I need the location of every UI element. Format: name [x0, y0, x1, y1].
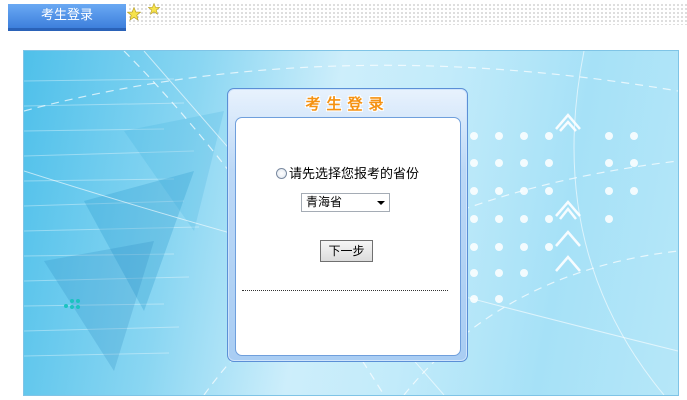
tab-candidate-login[interactable]: 考生登录 — [8, 4, 126, 31]
province-select-value: 青海省 — [306, 195, 343, 209]
star-icon — [127, 7, 141, 21]
next-step-button[interactable]: 下一步 — [320, 240, 373, 262]
dotted-divider — [242, 290, 448, 291]
login-panel-body: 请先选择您报考的省份 青海省 下一步 — [235, 117, 461, 356]
province-select[interactable]: 青海省 — [301, 193, 390, 212]
province-prompt-label: 请先选择您报考的省份 — [289, 167, 420, 182]
province-prompt[interactable]: 请先选择您报考的省份 — [276, 167, 419, 183]
login-panel: 考生登录 请先选择您报考的省份 青海省 下一步 — [227, 88, 468, 362]
chevron-down-icon — [377, 201, 385, 205]
star-icon — [148, 3, 160, 15]
dotted-header-strip — [128, 3, 687, 25]
radio-icon[interactable] — [276, 168, 287, 179]
login-panel-title: 考生登录 — [305, 95, 390, 113]
top-tab-bar: 考生登录 — [0, 0, 687, 32]
